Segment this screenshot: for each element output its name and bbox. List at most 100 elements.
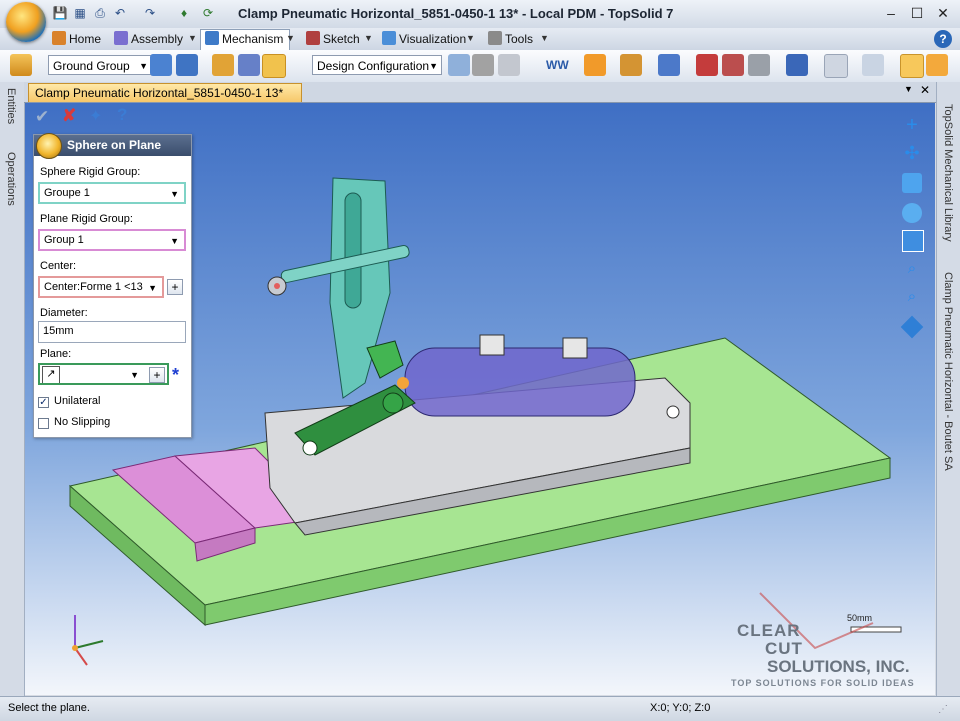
constraint-icon[interactable] xyxy=(212,54,234,76)
spring-icon[interactable]: WW xyxy=(546,54,569,76)
plus-icon[interactable]: + xyxy=(902,115,922,135)
right-side-strip: TopSolid Mechanical Library Clamp Pneuma… xyxy=(936,82,960,696)
tab-visualization[interactable]: Visualization xyxy=(378,30,472,48)
plane-label: Plane: xyxy=(40,348,72,360)
center-add-button[interactable]: + xyxy=(167,279,183,295)
plane-add-button[interactable]: + xyxy=(149,367,165,383)
diameter-label: Diameter: xyxy=(40,307,88,319)
status-bar: Select the plane. X:0; Y:0; Z:0 ⋰ xyxy=(0,696,960,721)
chevron-down-icon[interactable]: ▼ xyxy=(540,33,549,43)
zoom-window-icon[interactable]: ⌕ xyxy=(902,259,922,279)
plane-group-label: Plane Rigid Group: xyxy=(40,213,133,225)
simulation-icon[interactable] xyxy=(472,54,494,76)
dynamic-icon[interactable] xyxy=(722,54,744,76)
curve-icon[interactable] xyxy=(824,54,848,78)
panel-title: Sphere on Plane xyxy=(67,138,162,152)
chevron-down-icon[interactable]: ▼ xyxy=(364,33,373,43)
title-bar: 💾 ▦ ⎙ ↶ ↷ ♦ ⟳ Clamp Pneumatic Horizontal… xyxy=(0,0,960,29)
analysis-icon[interactable] xyxy=(498,54,520,76)
clamp-document-tab[interactable]: Clamp Pneumatic Horizontal - Boutet SA xyxy=(942,272,954,471)
sphere-on-plane-panel: Sphere on Plane Sphere Rigid Group: Grou… xyxy=(33,133,192,438)
home-icon xyxy=(52,31,66,45)
gear-icon[interactable] xyxy=(238,54,260,76)
help-icon[interactable]: ? xyxy=(117,105,127,125)
redo-icon[interactable]: ↷ xyxy=(142,5,158,21)
motor-icon[interactable] xyxy=(620,54,642,76)
help-icon[interactable]: ? xyxy=(934,30,952,48)
refresh-icon[interactable]: ⟳ xyxy=(200,5,216,21)
chevron-down-icon[interactable]: ▼ xyxy=(904,84,913,94)
tab-home[interactable]: Home xyxy=(48,30,107,48)
chevron-down-icon: ▼ xyxy=(170,236,179,246)
watermark-line2: CUT xyxy=(765,639,803,658)
rigid-group-icon[interactable] xyxy=(150,54,172,76)
ground-group-select[interactable]: Ground Group ▼ xyxy=(48,55,152,75)
chevron-down-icon: ▼ xyxy=(429,61,438,71)
design-configuration-select[interactable]: Design Configuration ▼ xyxy=(312,55,442,75)
unilateral-label: Unilateral xyxy=(54,395,101,407)
tab-mechanism[interactable]: Mechanism xyxy=(200,29,291,51)
filter-icon[interactable] xyxy=(926,54,948,76)
sensor-icon[interactable] xyxy=(658,54,680,76)
undo-icon[interactable]: ↶ xyxy=(112,5,128,21)
kinematic-icon[interactable] xyxy=(696,54,718,76)
plane-group-select[interactable]: Group 1 ▼ xyxy=(38,229,186,251)
view-icon[interactable] xyxy=(862,54,884,76)
select-icon[interactable] xyxy=(900,54,924,78)
unilateral-checkbox[interactable]: ✓ xyxy=(38,397,49,408)
rotate-icon[interactable] xyxy=(902,173,922,193)
chevron-down-icon[interactable]: ▼ xyxy=(188,33,197,43)
save-all-icon[interactable]: ▦ xyxy=(72,5,88,21)
center-field[interactable]: Center:Forme 1 <13 ▼ xyxy=(38,276,164,298)
left-side-strip: Entities Operations xyxy=(0,82,25,696)
close-button[interactable]: ✕ xyxy=(932,4,954,22)
tab-assembly[interactable]: Assembly xyxy=(110,30,189,48)
teal-arm-slot xyxy=(344,192,362,309)
chevron-down-icon[interactable]: ▼ xyxy=(466,33,475,43)
print-icon[interactable]: ⎙ xyxy=(92,5,108,21)
maximize-button[interactable]: ☐ xyxy=(906,4,928,22)
tab-sketch[interactable]: Sketch xyxy=(302,30,366,48)
accent-pin xyxy=(397,377,409,389)
trajectory-icon[interactable] xyxy=(748,54,770,76)
operations-tab[interactable]: Operations xyxy=(5,152,17,206)
ribbon-tabs: Home Assembly ▼ Mechanism ▼ Sketch ▼ Vis… xyxy=(0,28,960,51)
sphere-center-point xyxy=(274,283,280,289)
sketch-icon xyxy=(306,31,320,45)
app-logo[interactable] xyxy=(6,2,46,42)
tab-tools[interactable]: Tools xyxy=(484,30,539,48)
mechanical-library-tab[interactable]: TopSolid Mechanical Library xyxy=(942,104,954,242)
no-slipping-checkbox[interactable] xyxy=(38,418,49,429)
pan-icon[interactable]: ✣ xyxy=(902,143,922,163)
diameter-field[interactable]: 15mm xyxy=(38,321,186,343)
layout-icon[interactable] xyxy=(902,230,924,252)
options-icon[interactable]: ♦ xyxy=(176,5,192,21)
pneumatic-cylinder xyxy=(404,347,636,417)
close-icon[interactable]: ✕ xyxy=(920,83,930,97)
watermark-line1: CLEAR xyxy=(737,621,801,640)
sphere-on-plane-icon[interactable] xyxy=(262,54,286,78)
save-icon[interactable]: 💾 xyxy=(52,5,68,21)
orbit-icon[interactable] xyxy=(902,203,922,223)
cancel-x-icon[interactable]: ✘ xyxy=(62,106,76,126)
green-link xyxy=(366,340,404,379)
ok-check-icon[interactable]: ✔ xyxy=(35,107,49,127)
resize-grip-icon[interactable]: ⋰ xyxy=(938,704,952,716)
minimize-button[interactable]: – xyxy=(880,4,902,22)
chevron-down-icon: ▼ xyxy=(130,370,139,380)
document-tab[interactable]: Clamp Pneumatic Horizontal_5851-0450-1 1… xyxy=(28,83,303,102)
chevron-down-icon[interactable]: ▼ xyxy=(286,33,295,43)
sphere-group-select[interactable]: Groupe 1 ▼ xyxy=(38,182,186,204)
force-icon[interactable] xyxy=(584,54,606,76)
sphere-group-label: Sphere Rigid Group: xyxy=(40,166,141,178)
mechanism-tool-icon[interactable] xyxy=(10,54,32,76)
driver-icon[interactable] xyxy=(448,54,470,76)
measure-icon[interactable] xyxy=(786,54,808,76)
zoom-icon[interactable]: ⌕ xyxy=(902,287,922,307)
add-group-icon[interactable] xyxy=(176,54,198,76)
visualization-icon xyxy=(382,31,396,45)
chevron-down-icon: ▼ xyxy=(170,189,179,199)
pin-icon[interactable]: ✦ xyxy=(89,106,102,126)
window-title: Clamp Pneumatic Horizontal_5851-0450-1 1… xyxy=(238,6,674,21)
entities-tab[interactable]: Entities xyxy=(5,88,17,124)
